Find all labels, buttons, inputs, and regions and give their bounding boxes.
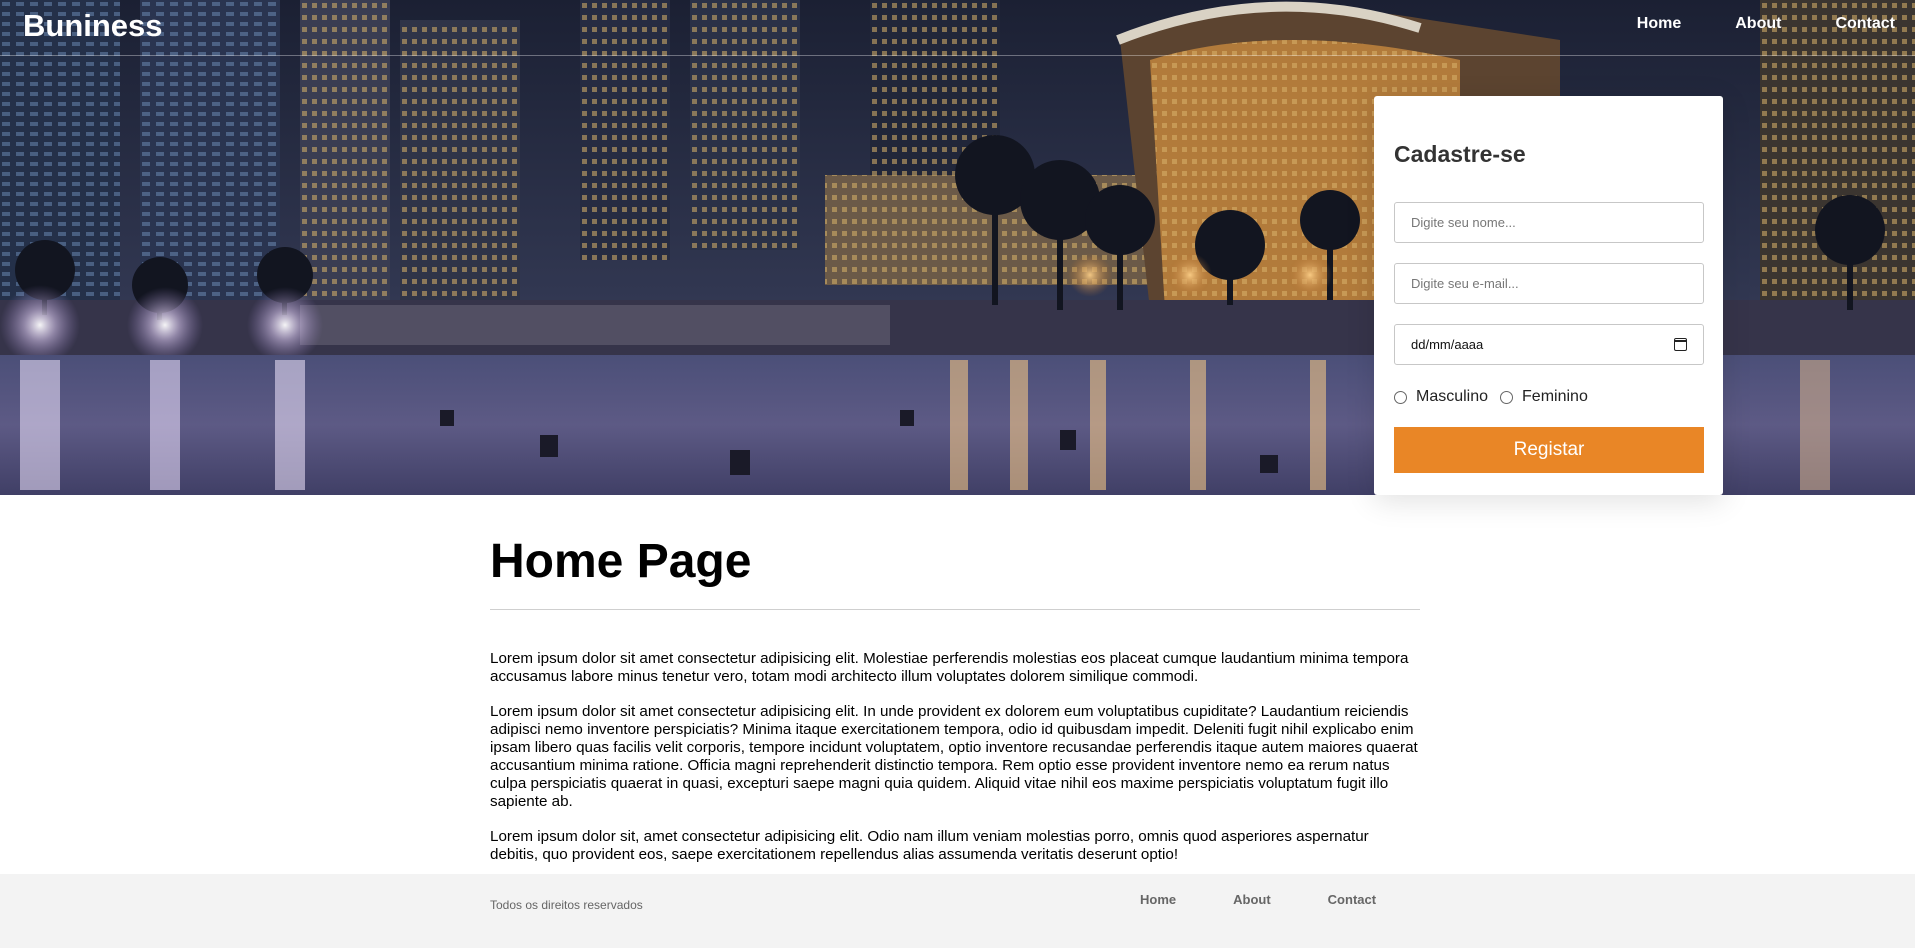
gender-radio-group: Masculino Feminino (1394, 388, 1600, 406)
paragraph-3: Lorem ipsum dolor sit, amet consectetur … (490, 828, 1369, 863)
main-content: Home Page Lorem ipsum dolor sit amet con… (490, 535, 1420, 881)
nav-link-contact[interactable]: Contact (1835, 15, 1895, 33)
footer-copyright: Todos os direitos reservados (490, 898, 643, 912)
page-title: Home Page (490, 535, 752, 588)
radio-masculino[interactable]: Masculino (1394, 388, 1488, 406)
radio-button-icon[interactable] (1394, 390, 1407, 404)
signup-title: Cadastre-se (1394, 141, 1526, 167)
title-divider (490, 609, 1420, 610)
calendar-icon[interactable] (1674, 338, 1687, 351)
paragraph-2: Lorem ipsum dolor sit amet consectetur a… (490, 703, 1418, 810)
nav-link-about[interactable]: About (1735, 15, 1781, 33)
radio-label-masculino: Masculino (1416, 388, 1489, 405)
birthdate-input[interactable]: dd/mm/aaaa (1394, 324, 1704, 365)
signup-card: Cadastre-se dd/mm/aaaa Masculino Feminin… (1374, 96, 1723, 495)
main-nav: Home About Contact (1583, 15, 1895, 33)
footer: Todos os direitos reservados Home About … (0, 874, 1915, 948)
radio-label-feminino: Feminino (1522, 388, 1588, 405)
footer-link-contact[interactable]: Contact (1328, 892, 1376, 907)
top-navbar: Buniness Home About Contact (0, 0, 1915, 56)
paragraph-1: Lorem ipsum dolor sit amet consectetur a… (490, 650, 1409, 685)
footer-nav: Home About Contact (1140, 892, 1433, 907)
nav-link-home[interactable]: Home (1637, 15, 1681, 33)
footer-link-home[interactable]: Home (1140, 892, 1176, 907)
radio-button-icon[interactable] (1500, 390, 1514, 404)
date-placeholder: dd/mm/aaaa (1411, 337, 1484, 352)
radio-feminino[interactable]: Feminino (1500, 388, 1588, 406)
email-input[interactable] (1394, 263, 1704, 304)
brand-logo[interactable]: Buniness (23, 8, 163, 44)
register-button[interactable]: Registar (1394, 427, 1704, 473)
footer-link-about[interactable]: About (1233, 892, 1271, 907)
name-input[interactable] (1394, 202, 1704, 243)
